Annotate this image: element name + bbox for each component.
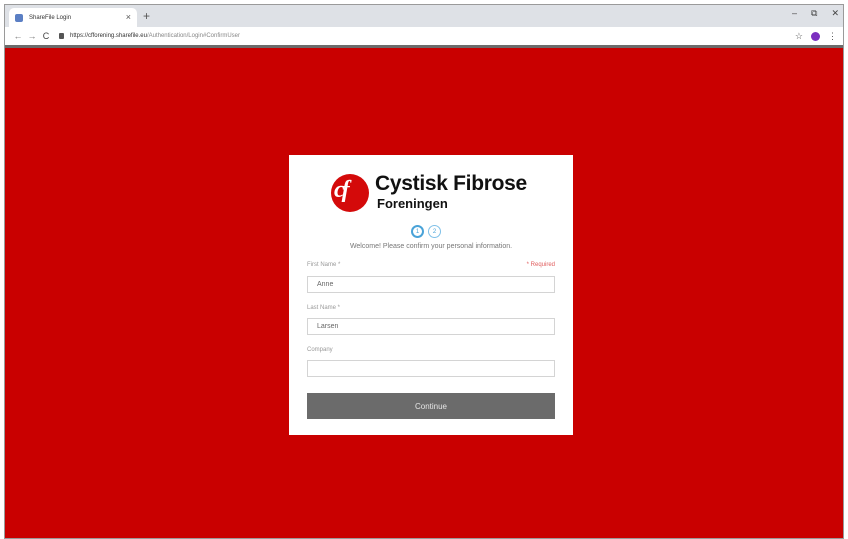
window-controls: – ⧉ ✕ <box>792 8 839 19</box>
lock-icon <box>59 33 64 39</box>
sharefile-favicon-icon <box>15 13 23 22</box>
toolbar-actions: ☆ ⋮ <box>795 31 837 42</box>
url-host: https://cfforening.sharefile.eu <box>70 33 147 39</box>
tab-sharefile-login[interactable]: ShareFile Login × <box>9 8 137 27</box>
minimize-icon[interactable]: – <box>792 8 797 19</box>
step-2: 2 <box>428 225 441 238</box>
cf-logo-mark-icon: cf <box>331 174 369 212</box>
url-text: https://cfforening.sharefile.eu/Authenti… <box>70 33 240 39</box>
forward-icon[interactable]: → <box>25 31 39 41</box>
tab-title: ShareFile Login <box>29 14 72 21</box>
required-note: * Required <box>526 262 555 268</box>
close-window-icon[interactable]: ✕ <box>831 8 839 19</box>
first-name-label: First Name * <box>307 262 341 268</box>
last-name-label: Last Name * <box>307 305 341 311</box>
page-background: cf Cystisk Fibrose Foreningen 1 2 Welcom… <box>5 48 843 538</box>
step-indicator: 1 2 <box>411 225 441 238</box>
bookmark-star-icon[interactable]: ☆ <box>795 31 803 42</box>
new-tab-icon[interactable]: + <box>143 10 150 22</box>
company-field[interactable] <box>307 360 555 377</box>
url-path: /Authentication/Login#ConfirmUser <box>146 33 240 39</box>
welcome-message: Welcome! Please confirm your personal in… <box>349 243 513 250</box>
tab-bar: ShareFile Login × + – ⧉ ✕ <box>5 5 843 27</box>
last-name-field[interactable]: Larsen <box>307 318 555 335</box>
logo-mark-text: cf <box>334 177 350 203</box>
address-bar[interactable]: https://cfforening.sharefile.eu/Authenti… <box>59 33 795 39</box>
browser-window: ShareFile Login × + – ⧉ ✕ ← → C https://… <box>4 4 844 539</box>
restore-icon[interactable]: ⧉ <box>811 8 817 19</box>
back-icon[interactable]: ← <box>11 31 25 41</box>
browser-menu-icon[interactable]: ⋮ <box>828 31 837 42</box>
continue-button[interactable]: Continue <box>307 393 555 419</box>
login-card: cf Cystisk Fibrose Foreningen 1 2 Welcom… <box>289 155 573 435</box>
tab-close-icon[interactable]: × <box>126 13 131 22</box>
cystisk-fibrose-logo: cf Cystisk Fibrose Foreningen <box>331 170 531 216</box>
reload-icon[interactable]: C <box>39 31 53 41</box>
logo-subtitle: Foreningen <box>377 196 448 211</box>
step-1: 1 <box>411 225 424 238</box>
logo-title: Cystisk Fibrose <box>375 172 527 195</box>
browser-toolbar: ← → C https://cfforening.sharefile.eu/Au… <box>5 27 843 45</box>
company-label: Company <box>307 347 333 353</box>
profile-avatar-icon[interactable] <box>811 31 820 41</box>
first-name-field[interactable]: Anne <box>307 276 555 293</box>
